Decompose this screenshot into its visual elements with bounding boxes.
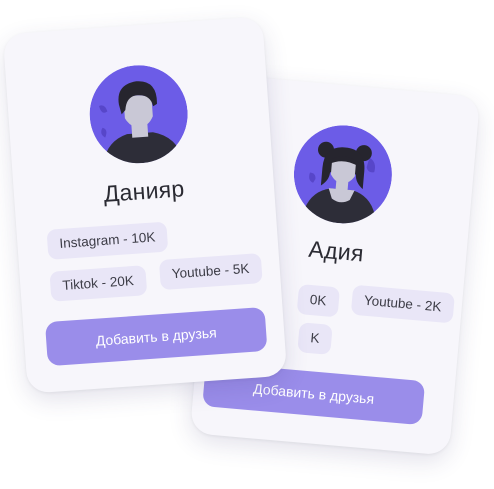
social-tag-partial-1: 0K [296, 283, 340, 318]
social-tag-instagram: Instagram - 10K [46, 221, 169, 260]
social-tag-tiktok: Tiktok - 20K [49, 265, 147, 302]
male-user-avatar-icon [89, 65, 188, 166]
social-tag-partial-2: K [297, 322, 333, 355]
profile-name: Данияр [102, 175, 186, 207]
add-friend-button[interactable]: Добавить в друзья [44, 306, 268, 367]
female-user-avatar-icon [293, 125, 392, 227]
profile-card-daniyar: Данияр Instagram - 10K Tiktok - 20K Yout… [2, 16, 288, 394]
friend-cards-stage: Адия 0K Youtube - 2K K Добавить в друзья… [0, 0, 494, 489]
avatar [86, 62, 191, 167]
social-tag-youtube: Youtube - 5K [158, 253, 263, 291]
social-tag-youtube: Youtube - 2K [350, 284, 455, 324]
avatar [290, 121, 396, 227]
